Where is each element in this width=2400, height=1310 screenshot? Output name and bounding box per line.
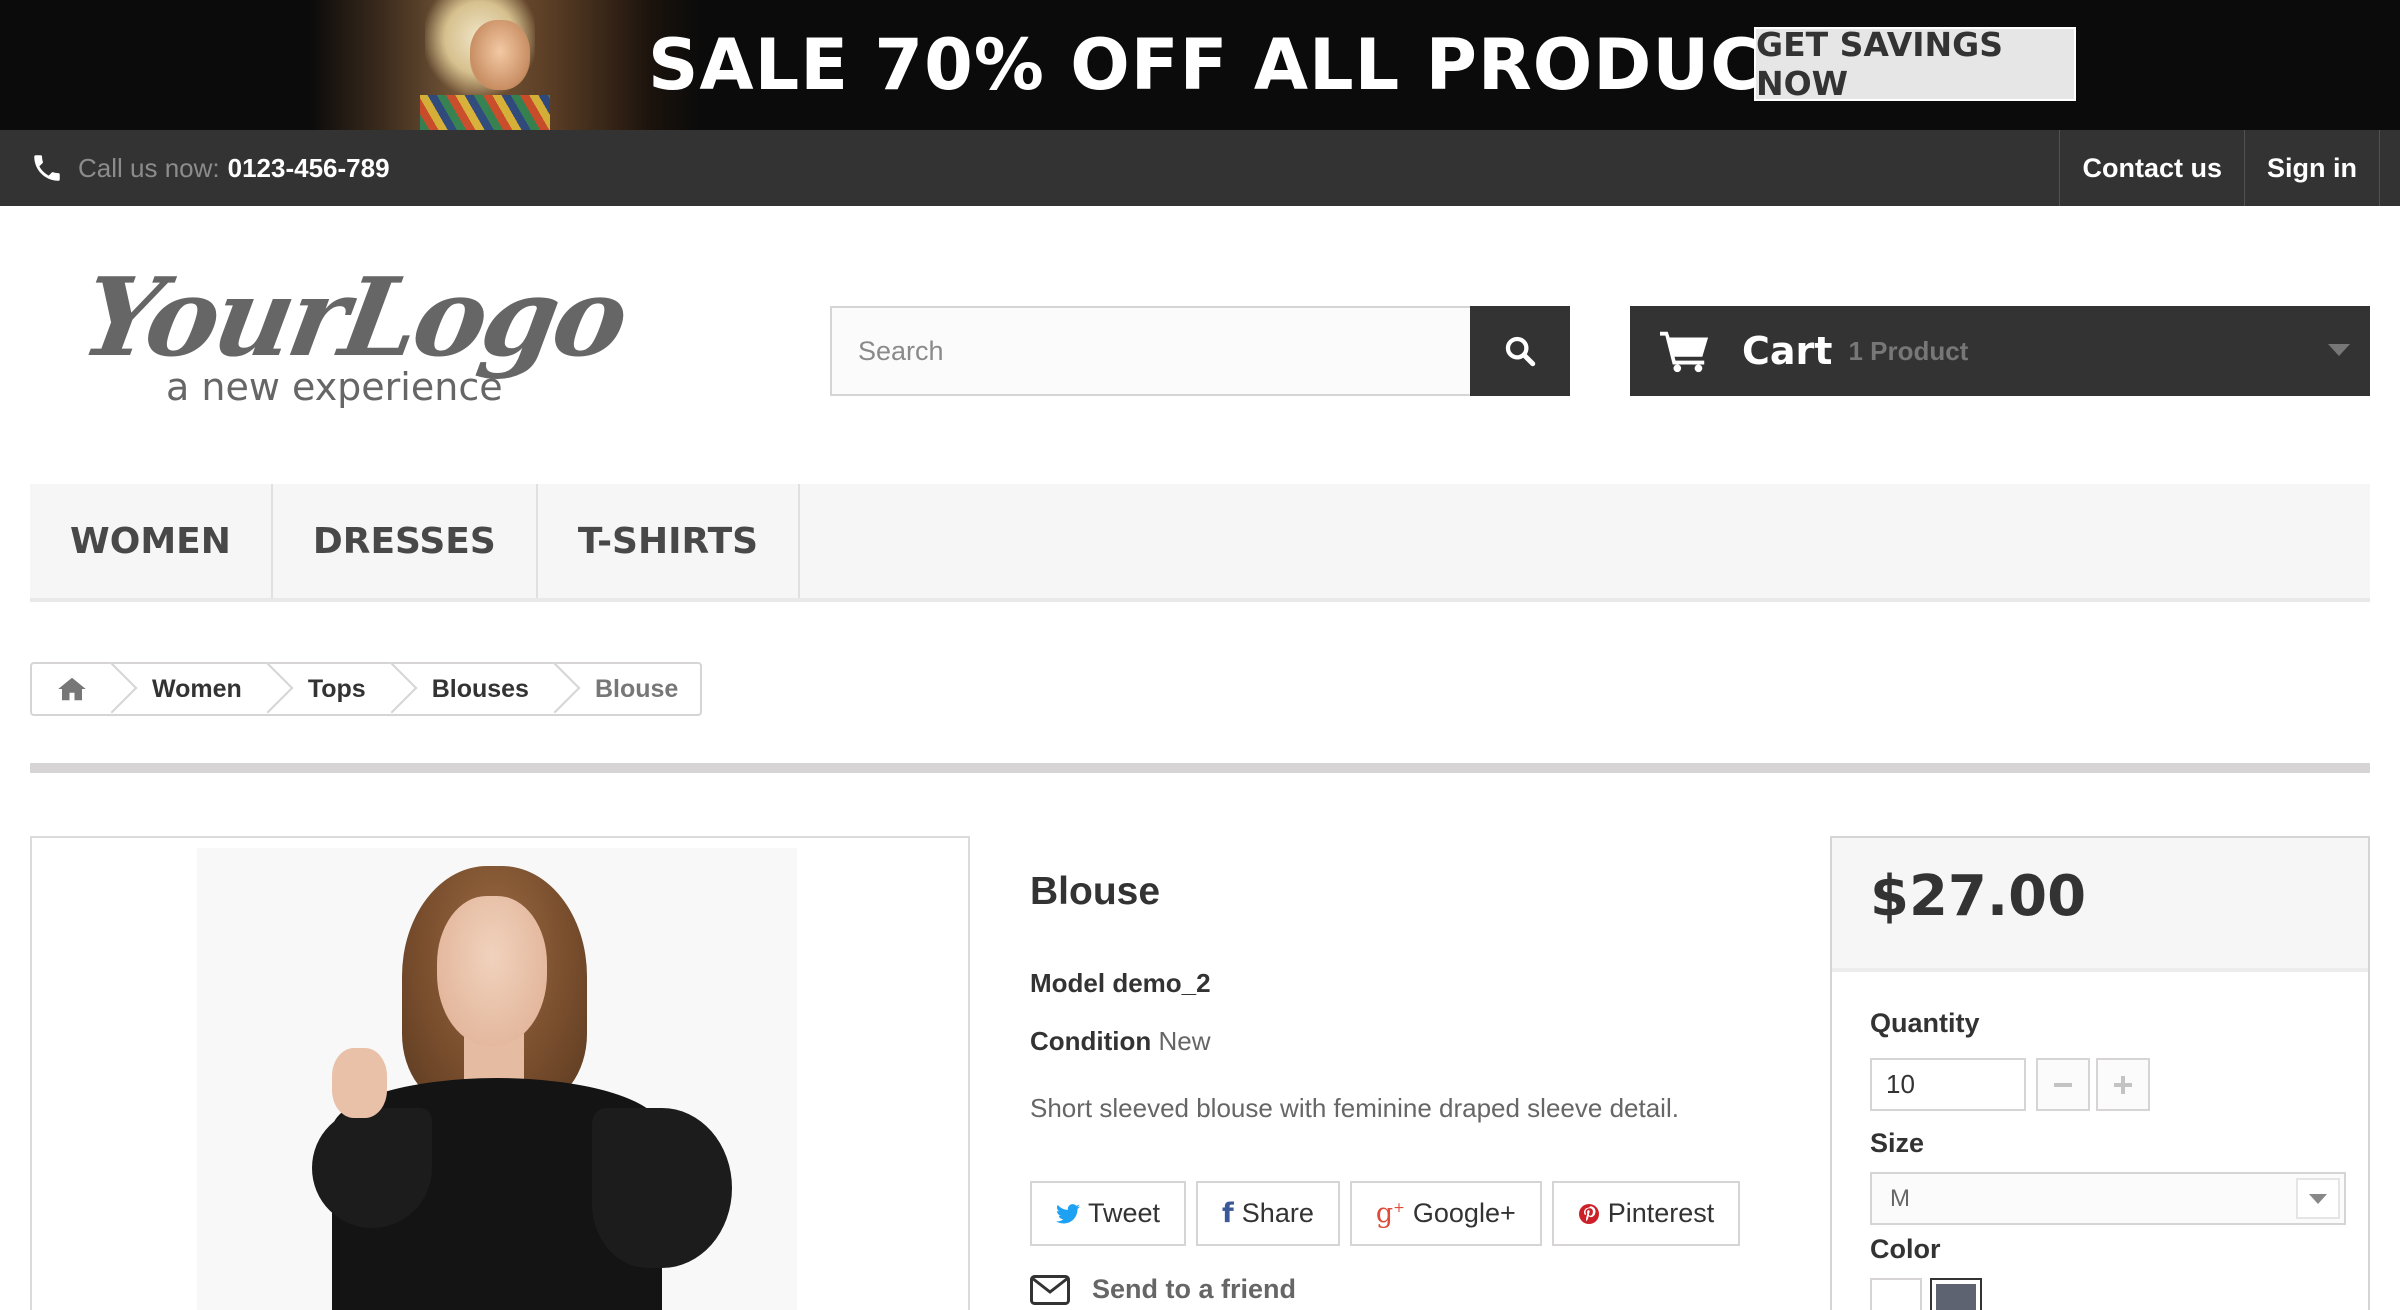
- quantity-decrease-button[interactable]: [2036, 1058, 2090, 1111]
- menu-item-tshirts[interactable]: T-shirts: [538, 484, 801, 598]
- logo-text: YourLogo: [72, 255, 634, 381]
- product-title: Blouse: [1030, 870, 1161, 913]
- phone-icon: [34, 155, 60, 181]
- googleplus-label: Google+: [1412, 1198, 1516, 1228]
- breadcrumb-label: Tops: [307, 674, 366, 703]
- main-menu: Women Dresses T-shirts: [30, 484, 2370, 602]
- send-to-friend-link[interactable]: Send to a friend: [1030, 1274, 1296, 1305]
- product-image[interactable]: [30, 836, 970, 1310]
- get-savings-button[interactable]: GET SAVINGS NOW: [1754, 25, 2076, 103]
- search-input[interactable]: [830, 306, 1470, 396]
- cart-label: Cart: [1742, 329, 1833, 373]
- breadcrumb-label: Women: [152, 674, 242, 703]
- phone-number: 0123-456-789: [227, 152, 390, 183]
- product-model: Model demo_2: [1030, 968, 1211, 999]
- breadcrumb-home[interactable]: [32, 662, 138, 714]
- breadcrumb: Women Tops Blouses Blouse: [30, 662, 703, 716]
- condition-label: Condition: [1030, 1026, 1152, 1056]
- googleplus-button[interactable]: g+ Google+: [1349, 1181, 1542, 1246]
- envelope-icon: [1030, 1274, 1070, 1305]
- breadcrumb-label: Blouses: [431, 674, 529, 703]
- model-hand: [332, 1048, 387, 1118]
- menu-item-women[interactable]: Women: [30, 484, 273, 598]
- top-links: Contact us Sign in: [2059, 130, 2380, 206]
- cart-icon: [1660, 331, 1709, 373]
- home-icon: [58, 677, 86, 701]
- social-share-buttons: Tweet f Share g+ Google+ Pinterest: [1030, 1181, 1741, 1246]
- store-logo[interactable]: YourLogo a new experience: [73, 255, 644, 415]
- product-description: Short sleeved blouse with feminine drape…: [1030, 1093, 1679, 1123]
- call-us-label: Call us now:: [78, 152, 220, 183]
- plus-icon: [2114, 1075, 2132, 1094]
- menu-item-dresses[interactable]: Dresses: [273, 484, 538, 598]
- search-icon: [1505, 336, 1536, 367]
- model-value: demo_2: [1112, 968, 1211, 998]
- banner-headline: SALE 70% OFF ALL PRODUCTS: [648, 24, 1863, 106]
- quantity-increase-button[interactable]: [2096, 1058, 2150, 1111]
- blouse-sleeve-right: [592, 1108, 732, 1268]
- top-nav-bar: Call us now: 0123-456-789 Contact us Sig…: [0, 130, 2400, 206]
- facebook-share-button[interactable]: f Share: [1196, 1181, 1340, 1246]
- googleplus-icon: g+: [1375, 1198, 1405, 1229]
- call-us-info: Call us now: 0123-456-789: [30, 130, 390, 206]
- tweet-button[interactable]: Tweet: [1030, 1181, 1187, 1246]
- sign-in-link[interactable]: Sign in: [2244, 130, 2380, 206]
- pinterest-button[interactable]: Pinterest: [1551, 1181, 1741, 1246]
- product-price: $27.00: [1870, 864, 2087, 929]
- condition-value: New: [1158, 1026, 1211, 1056]
- cart-button[interactable]: Cart 1 Product: [1630, 306, 2370, 396]
- share-label: Share: [1241, 1198, 1314, 1228]
- color-label: Color: [1870, 1234, 1941, 1264]
- twitter-icon: [1056, 1203, 1080, 1223]
- search-button[interactable]: [1470, 306, 1570, 396]
- chevron-down-icon: [2296, 1178, 2340, 1219]
- quantity-label: Quantity: [1870, 1008, 1980, 1038]
- banner-model-face: [470, 20, 530, 90]
- contact-us-link[interactable]: Contact us: [2059, 130, 2244, 206]
- color-swatch-grey[interactable]: [1930, 1278, 1982, 1310]
- cart-count: 1 Product: [1848, 335, 1969, 366]
- facebook-icon: f: [1222, 1198, 1234, 1229]
- size-select[interactable]: M: [1870, 1172, 2346, 1225]
- color-swatch-white[interactable]: [1870, 1278, 1922, 1310]
- chevron-down-icon: [2328, 344, 2350, 356]
- blouse-sleeve-left: [312, 1108, 432, 1228]
- pinterest-label: Pinterest: [1607, 1198, 1715, 1228]
- pinterest-icon: [1578, 1203, 1599, 1224]
- buy-box: $27.00 Quantity Size M Color: [1830, 836, 2370, 1310]
- model-face: [437, 896, 547, 1046]
- size-value: M: [1890, 1184, 1910, 1212]
- quantity-input[interactable]: [1870, 1058, 2026, 1111]
- logo-tagline: a new experience: [166, 365, 503, 409]
- tweet-label: Tweet: [1088, 1198, 1161, 1228]
- minus-icon: [2054, 1082, 2072, 1087]
- send-to-friend-label: Send to a friend: [1092, 1274, 1297, 1304]
- model-label: Model: [1030, 968, 1106, 998]
- banner-model-outfit: [420, 95, 550, 130]
- search-bar: [830, 306, 1570, 396]
- product-condition: Condition New: [1030, 1026, 1211, 1057]
- size-label: Size: [1870, 1128, 1925, 1158]
- section-divider: [30, 763, 2370, 773]
- promo-banner[interactable]: SALE 70% OFF ALL PRODUCTS GET SAVINGS NO…: [0, 0, 2400, 130]
